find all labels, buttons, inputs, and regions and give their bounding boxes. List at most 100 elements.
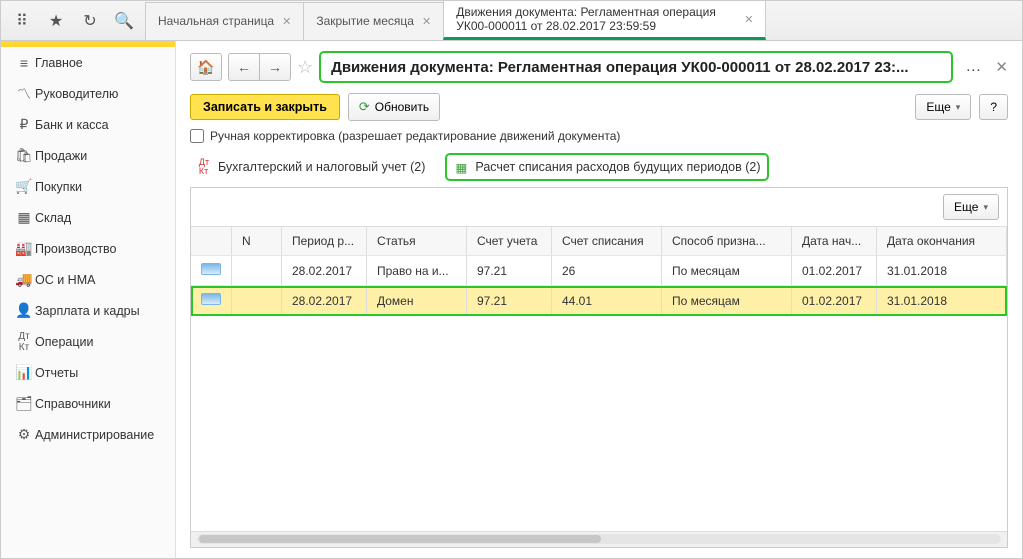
sidebar-item-label: Зарплата и кадры bbox=[35, 304, 140, 318]
sidebar-item-references[interactable]: 🗂Справочники bbox=[1, 388, 175, 419]
cell-period: 28.02.2017 bbox=[282, 256, 367, 286]
chart-icon: 〽 bbox=[13, 84, 35, 104]
table-row[interactable]: 28.02.2017 Домен 97.21 44.01 По месяцам … bbox=[191, 286, 1007, 316]
cell-method: По месяцам bbox=[662, 256, 792, 286]
home-button[interactable]: 🏠 bbox=[190, 53, 222, 81]
close-icon[interactable]: ✕ bbox=[282, 15, 291, 28]
folder-icon: 🗂 bbox=[13, 395, 35, 412]
sidebar-item-label: ОС и НМА bbox=[35, 273, 95, 287]
cell-acct: 97.21 bbox=[467, 286, 552, 316]
forward-button[interactable]: → bbox=[259, 53, 291, 81]
save-close-button[interactable]: Записать и закрыть bbox=[190, 94, 340, 120]
ruble-icon: ₽ bbox=[13, 116, 35, 133]
search-icon[interactable]: 🔍 bbox=[107, 6, 141, 36]
sidebar-item-label: Справочники bbox=[35, 397, 111, 411]
favorite-icon[interactable]: ☆ bbox=[297, 57, 313, 78]
sidebar-item-label: Склад bbox=[35, 211, 71, 225]
table-row[interactable]: 28.02.2017 Право на и... 97.21 26 По мес… bbox=[191, 256, 1007, 286]
cell-start: 01.02.2017 bbox=[792, 286, 877, 316]
col-account[interactable]: Счет учета bbox=[467, 227, 552, 256]
sidebar-item-reports[interactable]: 📊Отчеты bbox=[1, 357, 175, 388]
manual-edit-checkbox[interactable] bbox=[190, 129, 204, 143]
col-icon[interactable] bbox=[191, 227, 232, 256]
cell-n bbox=[232, 256, 282, 286]
refresh-label: Обновить bbox=[375, 100, 429, 114]
help-button[interactable]: ? bbox=[979, 94, 1008, 120]
page-title: Движения документа: Регламентная операци… bbox=[319, 51, 953, 83]
cell-start: 01.02.2017 bbox=[792, 256, 877, 286]
data-grid[interactable]: N Период р... Статья Счет учета Счет спи… bbox=[191, 226, 1007, 531]
back-button[interactable]: ← bbox=[228, 53, 260, 81]
sidebar-item-operations[interactable]: ДтКтОперации bbox=[1, 326, 175, 357]
doc-tab-label: Бухгалтерский и налоговый учет (2) bbox=[218, 160, 425, 174]
cell-acct2: 44.01 bbox=[552, 286, 662, 316]
tab-label: Начальная страница bbox=[158, 14, 274, 28]
close-icon[interactable]: ✕ bbox=[422, 15, 431, 28]
barchart-icon: 📊 bbox=[13, 364, 35, 381]
col-start[interactable]: Дата нач... bbox=[792, 227, 877, 256]
sidebar-item-label: Администрирование bbox=[35, 428, 154, 442]
sidebar-item-bank[interactable]: ₽Банк и касса bbox=[1, 109, 175, 140]
apps-icon[interactable]: ⠿ bbox=[5, 6, 39, 36]
sidebar-item-label: Главное bbox=[35, 56, 83, 70]
grid-icon: ▦ bbox=[453, 159, 469, 175]
gear-icon: ⚙ bbox=[13, 426, 35, 443]
close-icon[interactable]: ✕ bbox=[995, 58, 1008, 76]
doc-tab-future-expenses[interactable]: ▦ Расчет списания расходов будущих перио… bbox=[445, 153, 768, 181]
sidebar-item-label: Продажи bbox=[35, 149, 87, 163]
sidebar-item-label: Производство bbox=[35, 242, 117, 256]
record-icon bbox=[201, 263, 221, 275]
cell-end: 31.01.2018 bbox=[877, 286, 1007, 316]
col-n[interactable]: N bbox=[232, 227, 282, 256]
tab-home[interactable]: Начальная страница ✕ bbox=[145, 2, 304, 40]
boxes-icon: ▦ bbox=[13, 209, 35, 226]
col-method[interactable]: Способ призна... bbox=[662, 227, 792, 256]
col-end[interactable]: Дата окончания bbox=[877, 227, 1007, 256]
data-panel: Еще N Период р... Статья Счет учета Счет… bbox=[190, 187, 1008, 548]
sidebar-item-manager[interactable]: 〽Руководителю bbox=[1, 78, 175, 109]
sidebar-item-production[interactable]: 🏭Производство bbox=[1, 233, 175, 264]
cell-period: 28.02.2017 bbox=[282, 286, 367, 316]
topbar: ⠿ ★ ↻ 🔍 Начальная страница ✕ Закрытие ме… bbox=[1, 1, 1022, 41]
doc-tab-accounting[interactable]: ДтКт Бухгалтерский и налоговый учет (2) bbox=[190, 155, 431, 179]
sidebar-item-sales[interactable]: 🛍Продажи bbox=[1, 140, 175, 171]
more-button[interactable]: Еще bbox=[915, 94, 971, 120]
history-icon[interactable]: ↻ bbox=[73, 6, 107, 36]
sidebar-item-admin[interactable]: ⚙Администрирование bbox=[1, 419, 175, 450]
col-period[interactable]: Период р... bbox=[282, 227, 367, 256]
sidebar-item-main[interactable]: ≡Главное bbox=[1, 47, 175, 78]
cell-article: Право на и... bbox=[367, 256, 467, 286]
sidebar-item-purchases[interactable]: 🛒Покупки bbox=[1, 171, 175, 202]
cell-n bbox=[232, 286, 282, 316]
horizontal-scrollbar[interactable] bbox=[191, 531, 1007, 547]
sidebar-item-warehouse[interactable]: ▦Склад bbox=[1, 202, 175, 233]
sidebar-item-assets[interactable]: 🚚ОС и НМА bbox=[1, 264, 175, 295]
truck-icon: 🚚 bbox=[13, 271, 35, 288]
close-icon[interactable]: ✕ bbox=[744, 13, 753, 26]
cart-icon: 🛒 bbox=[13, 178, 35, 195]
tab-label: Движения документа: Регламентная операци… bbox=[456, 5, 736, 34]
tab-close-month[interactable]: Закрытие месяца ✕ bbox=[303, 2, 444, 40]
sidebar-item-salary[interactable]: 👤Зарплата и кадры bbox=[1, 295, 175, 326]
title-overflow: … bbox=[965, 58, 981, 76]
bag-icon: 🛍 bbox=[13, 147, 35, 164]
person-icon: 👤 bbox=[13, 302, 35, 319]
tab-document-movements[interactable]: Движения документа: Регламентная операци… bbox=[443, 0, 766, 40]
tab-label: Закрытие месяца bbox=[316, 14, 414, 28]
main-content: 🏠 ← → ☆ Движения документа: Регламентная… bbox=[176, 41, 1022, 558]
star-icon[interactable]: ★ bbox=[39, 6, 73, 36]
sidebar: ≡Главное 〽Руководителю ₽Банк и касса 🛍Пр… bbox=[1, 41, 176, 558]
cell-method: По месяцам bbox=[662, 286, 792, 316]
cell-article: Домен bbox=[367, 286, 467, 316]
col-writeoff-account[interactable]: Счет списания bbox=[552, 227, 662, 256]
col-article[interactable]: Статья bbox=[367, 227, 467, 256]
refresh-button[interactable]: Обновить bbox=[348, 93, 440, 121]
cell-end: 31.01.2018 bbox=[877, 256, 1007, 286]
grid-more-button[interactable]: Еще bbox=[943, 194, 999, 220]
record-icon bbox=[201, 293, 221, 305]
refresh-icon bbox=[359, 99, 370, 115]
sidebar-item-label: Банк и касса bbox=[35, 118, 109, 132]
sidebar-item-label: Операции bbox=[35, 335, 93, 349]
sidebar-item-label: Отчеты bbox=[35, 366, 78, 380]
sidebar-item-label: Покупки bbox=[35, 180, 82, 194]
